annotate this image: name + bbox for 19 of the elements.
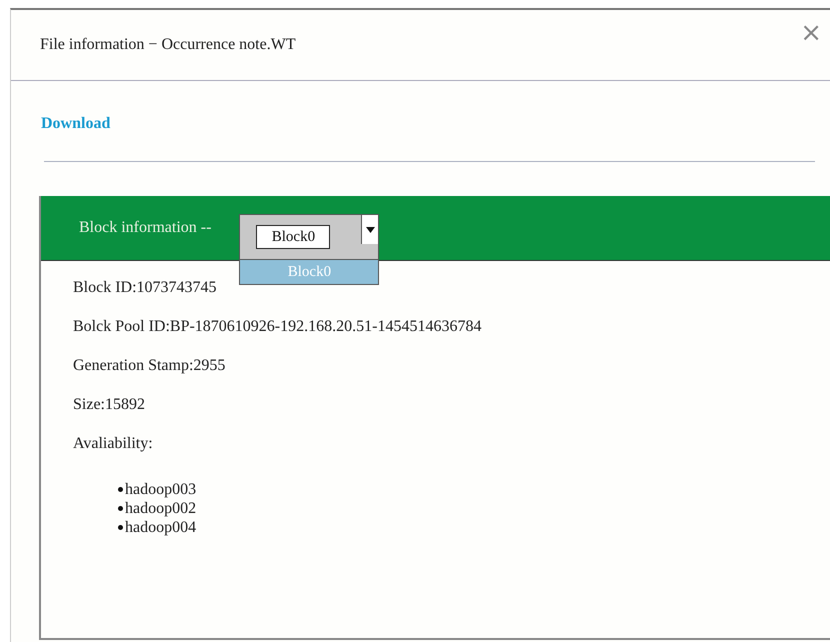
download-link[interactable]: Download bbox=[41, 115, 110, 133]
dropdown-caret-icon bbox=[366, 226, 375, 232]
detail-text: Size:15892 bbox=[73, 396, 146, 414]
detail-text: Bolck Pool ID:BP-1870610926-192.168.20.51-1454514636784 bbox=[73, 318, 482, 336]
block-label: Block information -- bbox=[79, 219, 212, 237]
bullet-icon bbox=[118, 487, 123, 492]
node-name: hadoop002 bbox=[125, 499, 196, 518]
detail-text: Avaliability: bbox=[73, 435, 154, 453]
bullet-icon bbox=[118, 525, 123, 530]
block-dropdown[interactable]: Block0 bbox=[239, 214, 380, 260]
dropdown-option[interactable]: Block0 bbox=[240, 260, 378, 284]
close-button[interactable]: × bbox=[800, 20, 822, 46]
dialog-title: File information − Occurrence note.WT bbox=[40, 36, 296, 54]
detail-text: Block ID:1073743745 bbox=[73, 279, 218, 297]
node-name: hadoop003 bbox=[125, 480, 196, 499]
detail-text: Generation Stamp:2955 bbox=[73, 357, 226, 375]
node-name: hadoop004 bbox=[125, 518, 196, 537]
bullet-icon bbox=[118, 506, 123, 511]
dropdown-value: Block0 bbox=[256, 225, 330, 249]
